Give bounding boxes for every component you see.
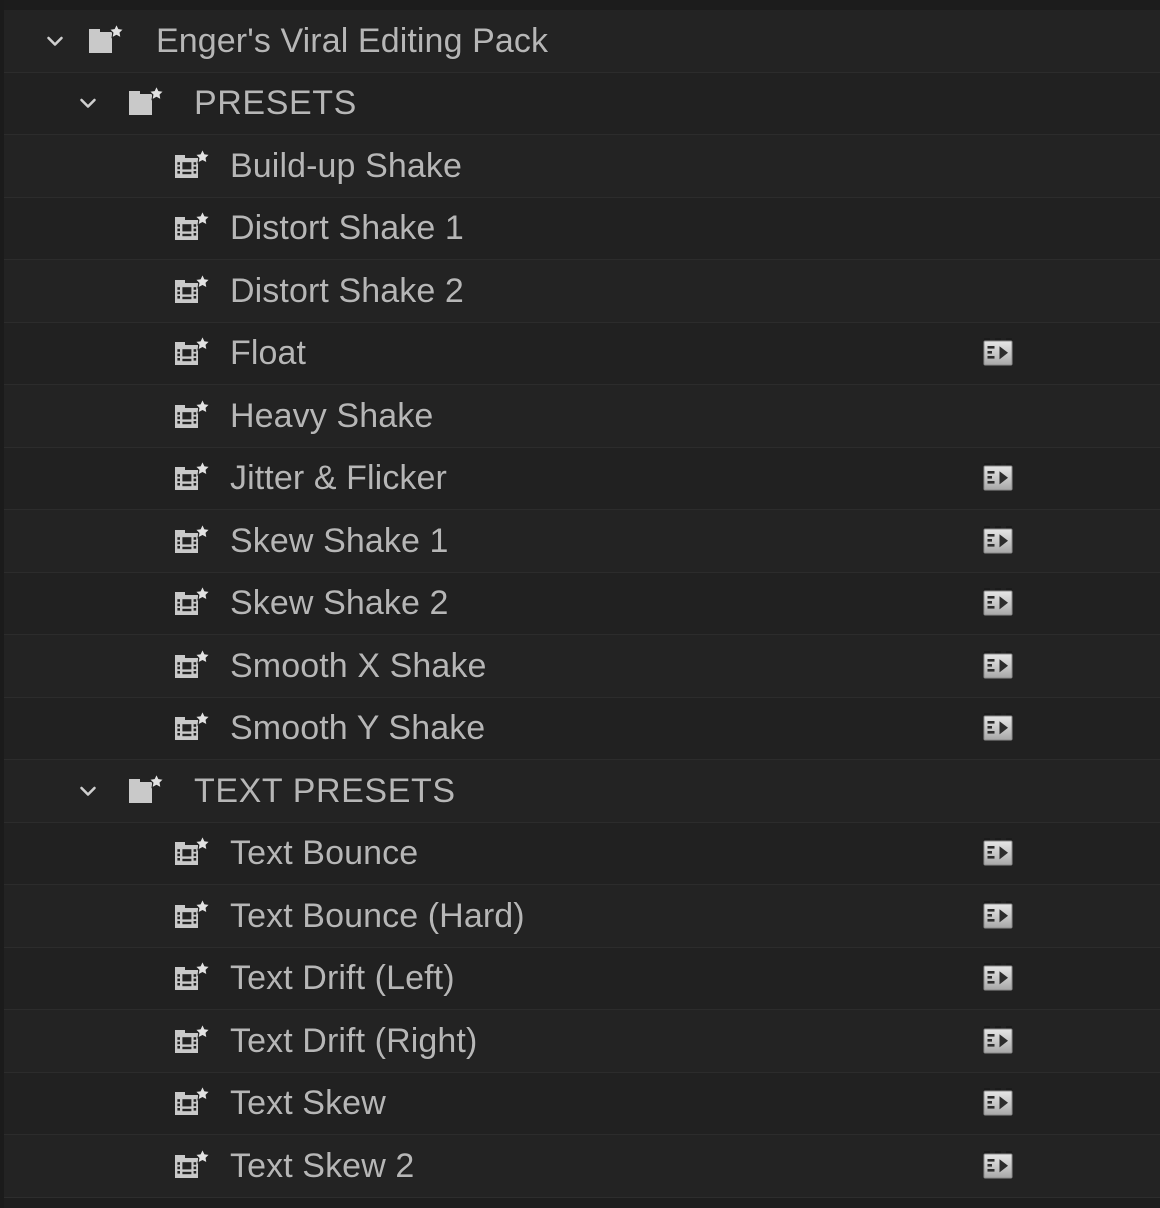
- tree-preset-row[interactable]: Text Bounce (Hard): [0, 885, 1160, 948]
- mogrt-icon[interactable]: [979, 1083, 1023, 1123]
- preset-label: Smooth Y Shake: [230, 709, 486, 748]
- preset-tree: Enger's Viral Editing Pack PRESETS Build-u…: [0, 10, 1160, 1198]
- preset-label: Text Drift (Left): [230, 959, 455, 998]
- mogrt-icon[interactable]: [979, 646, 1023, 686]
- preset-label: Text Drift (Right): [230, 1021, 478, 1060]
- tree-preset-row[interactable]: Distort Shake 1: [0, 197, 1160, 260]
- folder-star-icon: [128, 773, 168, 809]
- tree-preset-row[interactable]: Text Drift (Left): [0, 947, 1160, 1010]
- preset-folder-star-icon: [174, 148, 214, 184]
- preset-label: Smooth X Shake: [230, 646, 487, 685]
- tree-folder-row[interactable]: Enger's Viral Editing Pack: [0, 10, 1160, 73]
- chevron-down-icon[interactable]: [75, 90, 101, 116]
- mogrt-icon[interactable]: [979, 1021, 1023, 1061]
- mogrt-icon[interactable]: [979, 958, 1023, 998]
- tree-preset-row[interactable]: Skew Shake 1: [0, 510, 1160, 573]
- folder-label: Enger's Viral Editing Pack: [156, 21, 549, 60]
- preset-folder-star-icon: [174, 1148, 214, 1184]
- tree-preset-row[interactable]: Text Skew 2: [0, 1135, 1160, 1198]
- mogrt-icon[interactable]: [979, 521, 1023, 561]
- tree-preset-row[interactable]: Text Bounce: [0, 822, 1160, 885]
- preset-label: Distort Shake 2: [230, 271, 464, 310]
- panel-top-edge: [0, 0, 1160, 10]
- preset-label: Skew Shake 1: [230, 521, 449, 560]
- preset-folder-star-icon: [174, 585, 214, 621]
- chevron-down-icon[interactable]: [42, 28, 68, 54]
- preset-folder-star-icon: [174, 898, 214, 934]
- preset-folder-star-icon: [174, 273, 214, 309]
- tree-preset-row[interactable]: Skew Shake 2: [0, 572, 1160, 635]
- preset-label: Text Skew: [230, 1084, 386, 1123]
- chevron-down-icon[interactable]: [75, 778, 101, 804]
- mogrt-icon[interactable]: [979, 333, 1023, 373]
- folder-label: TEXT PRESETS: [194, 771, 456, 810]
- folder-label: PRESETS: [194, 84, 357, 123]
- folder-star-icon: [128, 85, 168, 121]
- mogrt-icon[interactable]: [979, 458, 1023, 498]
- preset-folder-star-icon: [174, 710, 214, 746]
- preset-folder-star-icon: [174, 1023, 214, 1059]
- tree-preset-row[interactable]: Distort Shake 2: [0, 260, 1160, 323]
- preset-label: Text Skew 2: [230, 1146, 415, 1185]
- preset-label: Skew Shake 2: [230, 584, 449, 623]
- preset-label: Text Bounce: [230, 834, 419, 873]
- preset-folder-star-icon: [174, 648, 214, 684]
- preset-folder-star-icon: [174, 960, 214, 996]
- mogrt-icon[interactable]: [979, 708, 1023, 748]
- panel-bottom-edge: [0, 1197, 1160, 1208]
- preset-label: Float: [230, 334, 307, 373]
- preset-folder-star-icon: [174, 335, 214, 371]
- preset-folder-star-icon: [174, 1085, 214, 1121]
- tree-preset-row[interactable]: Jitter & Flicker: [0, 447, 1160, 510]
- preset-label: Text Bounce (Hard): [230, 896, 525, 935]
- mogrt-icon[interactable]: [979, 1146, 1023, 1186]
- mogrt-icon[interactable]: [979, 896, 1023, 936]
- preset-label: Distort Shake 1: [230, 209, 464, 248]
- preset-folder-star-icon: [174, 460, 214, 496]
- mogrt-icon[interactable]: [979, 583, 1023, 623]
- tree-folder-row[interactable]: TEXT PRESETS: [0, 760, 1160, 823]
- preset-folder-star-icon: [174, 210, 214, 246]
- tree-preset-row[interactable]: Heavy Shake: [0, 385, 1160, 448]
- tree-preset-row[interactable]: Build-up Shake: [0, 135, 1160, 198]
- panel-left-gutter: [0, 0, 4, 1208]
- tree-preset-row[interactable]: Text Skew: [0, 1072, 1160, 1135]
- preset-folder-star-icon: [174, 398, 214, 434]
- preset-folder-star-icon: [174, 523, 214, 559]
- effects-tree-panel: Enger's Viral Editing Pack PRESETS Build-u…: [0, 0, 1160, 1208]
- tree-preset-row[interactable]: Smooth X Shake: [0, 635, 1160, 698]
- preset-folder-star-icon: [174, 835, 214, 871]
- preset-label: Build-up Shake: [230, 146, 462, 185]
- tree-folder-row[interactable]: PRESETS: [0, 72, 1160, 135]
- tree-preset-row[interactable]: Text Drift (Right): [0, 1010, 1160, 1073]
- mogrt-icon[interactable]: [979, 833, 1023, 873]
- preset-label: Heavy Shake: [230, 396, 434, 435]
- tree-preset-row[interactable]: Float: [0, 322, 1160, 385]
- tree-preset-row[interactable]: Smooth Y Shake: [0, 697, 1160, 760]
- preset-label: Jitter & Flicker: [230, 459, 447, 498]
- folder-star-icon: [88, 23, 128, 59]
